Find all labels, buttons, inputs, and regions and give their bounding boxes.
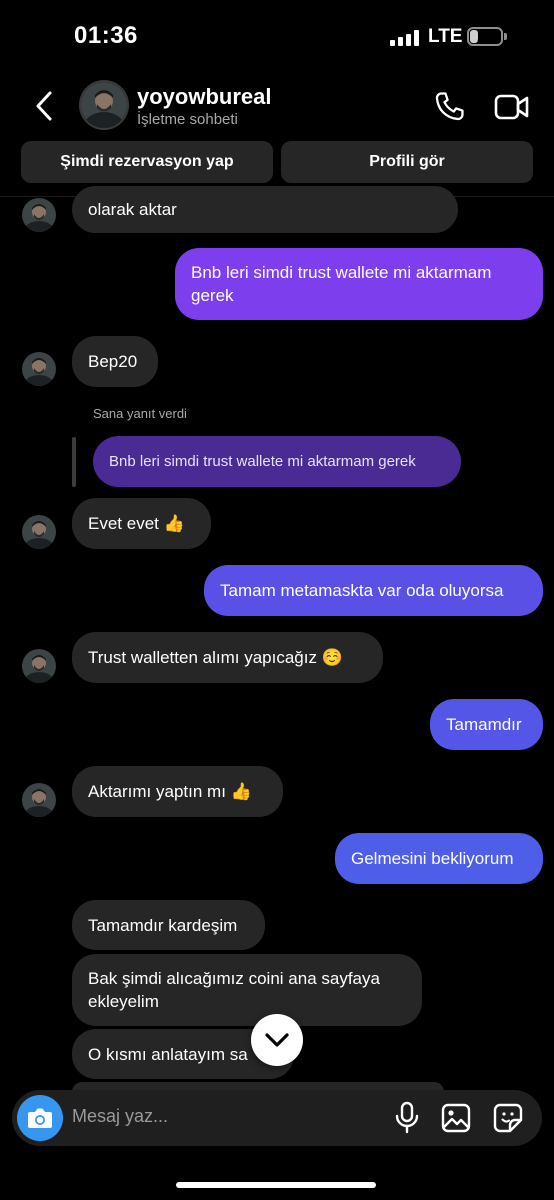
view-profile-button[interactable]: Profili gör — [281, 141, 533, 183]
message-bubble-sent[interactable]: Tamam metamaskta var oda oluyorsa — [204, 565, 543, 616]
avatar-image — [22, 352, 56, 386]
scroll-to-bottom-button[interactable] — [251, 1014, 303, 1066]
avatar-image — [81, 82, 127, 128]
cellular-signal-icon — [390, 30, 420, 46]
sender-avatar[interactable] — [22, 649, 56, 683]
chevron-left-icon — [36, 91, 52, 121]
reply-label: Sana yanıt verdi — [93, 406, 187, 421]
avatar-image — [22, 649, 56, 683]
microphone-icon — [395, 1101, 419, 1134]
sticker-icon — [493, 1103, 523, 1133]
message-bubble-received[interactable]: Tamamdır kardeşim — [72, 900, 265, 950]
home-indicator — [176, 1182, 376, 1188]
message-bubble-received[interactable]: olarak aktar — [72, 186, 458, 233]
sticker-button[interactable] — [493, 1103, 523, 1133]
network-type: LTE — [428, 26, 463, 47]
message-bubble-received[interactable]: Evet evet 👍 — [72, 498, 211, 549]
avatar-image — [22, 198, 56, 232]
camera-button[interactable] — [17, 1095, 63, 1141]
reply-quoted-message[interactable]: Bnb leri simdi trust wallete mi aktarmam… — [93, 436, 461, 487]
phone-icon — [435, 92, 464, 121]
battery-percent: 25 — [477, 28, 493, 44]
message-input[interactable]: Mesaj yaz... — [72, 1106, 168, 1127]
message-bubble-sent[interactable]: Tamamdır — [430, 699, 543, 750]
profile-avatar[interactable] — [79, 80, 129, 130]
message-bubble-received[interactable]: Aktarımı yaptın mı 👍 — [72, 766, 283, 817]
message-bubble-received[interactable]: Bak şimdi alıcağımız coini ana sayfaya e… — [72, 954, 422, 1026]
video-call-button[interactable] — [494, 92, 530, 122]
message-bubble-sent[interactable]: Gelmesini bekliyorum — [335, 833, 543, 884]
avatar-image — [22, 783, 56, 817]
camera-icon — [28, 1108, 52, 1128]
reservation-button[interactable]: Şimdi rezervasyon yap — [21, 141, 273, 183]
status-time: 01:36 — [74, 22, 138, 49]
sender-avatar[interactable] — [22, 515, 56, 549]
sender-avatar[interactable] — [22, 352, 56, 386]
message-bubble-received[interactable]: Bep20 — [72, 336, 158, 387]
message-bubble-received[interactable]: Trust walletten alımı yapıcağız ☺️ — [72, 632, 383, 683]
video-camera-icon — [494, 94, 529, 120]
chat-username[interactable]: yoyowbureal — [137, 84, 271, 110]
battery-icon: 25 — [467, 27, 503, 46]
voice-message-button[interactable] — [394, 1101, 420, 1135]
sender-avatar[interactable] — [22, 198, 56, 232]
battery-nub — [504, 33, 507, 40]
reply-quote-bar — [72, 437, 76, 487]
avatar-image — [22, 515, 56, 549]
image-gallery-icon — [441, 1103, 471, 1133]
message-bubble-sent[interactable]: Bnb leri simdi trust wallete mi aktarmam… — [175, 248, 543, 320]
chat-subtitle: İşletme sohbeti — [137, 111, 238, 128]
chevron-down-icon — [265, 1033, 289, 1047]
gallery-button[interactable] — [441, 1103, 471, 1133]
voice-call-button[interactable] — [432, 90, 466, 124]
back-button[interactable] — [30, 88, 62, 124]
sender-avatar[interactable] — [22, 783, 56, 817]
